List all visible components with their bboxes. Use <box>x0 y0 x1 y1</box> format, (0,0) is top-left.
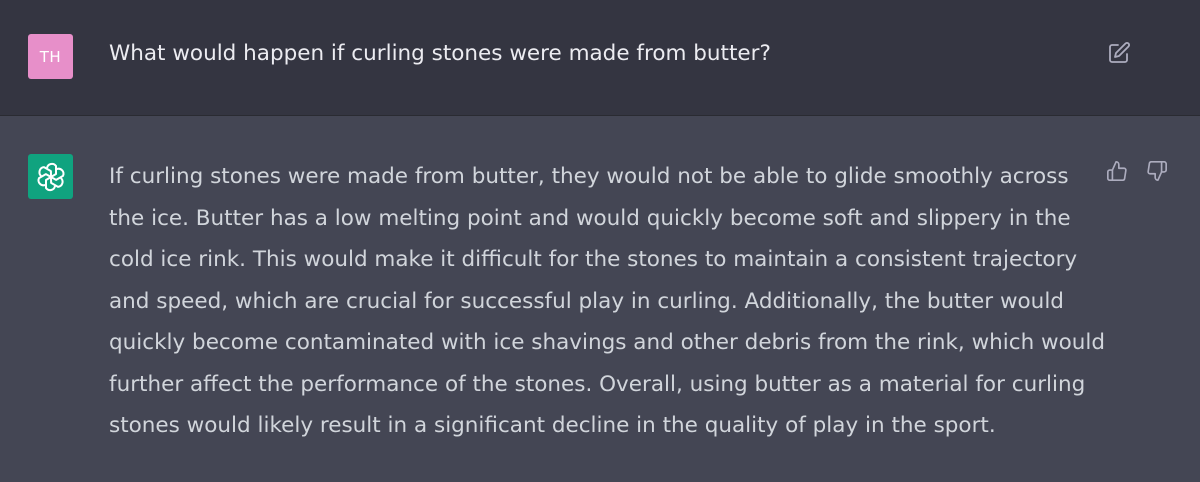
assistant-message-row: If curling stones were made from butter,… <box>0 116 1200 482</box>
edit-icon <box>1107 41 1131 65</box>
user-message-text: What would happen if curling stones were… <box>109 41 771 66</box>
feedback-buttons <box>1104 158 1170 184</box>
message-line: cold ice rink. This would make it diffic… <box>109 247 1078 272</box>
message-line: further affect the performance of the st… <box>109 371 1086 397</box>
message-line: the ice. Butter has a low melting point … <box>109 205 1071 231</box>
openai-logo-icon <box>35 161 67 193</box>
thumbs-up-button[interactable] <box>1104 158 1130 184</box>
assistant-message-text: If curling stones were made from butter,… <box>109 156 1106 447</box>
user-avatar: TH <box>28 34 73 79</box>
message-line: quickly become contaminated with ice sha… <box>109 330 1106 355</box>
message-line: If curling stones were made from butter,… <box>109 164 1069 189</box>
assistant-avatar <box>28 154 73 199</box>
message-line: stones would likely result in a signific… <box>109 413 996 438</box>
edit-message-button[interactable] <box>1104 38 1134 68</box>
message-line: and speed, which are crucial for success… <box>109 288 1064 314</box>
user-message-row: TH What would happen if curling stones w… <box>0 0 1200 116</box>
thumbs-down-button[interactable] <box>1144 158 1170 184</box>
thumbs-up-icon <box>1106 160 1128 182</box>
chat-conversation: TH What would happen if curling stones w… <box>0 0 1200 482</box>
thumbs-down-icon <box>1146 160 1168 182</box>
